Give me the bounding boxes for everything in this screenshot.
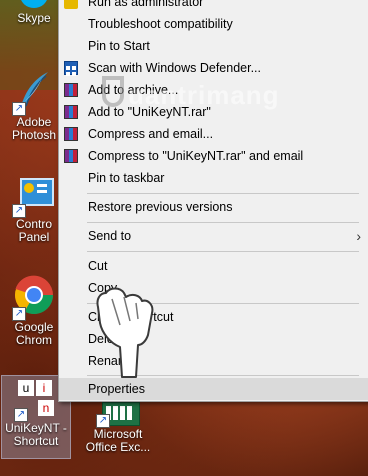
menu-item-compress-email[interactable]: Compress and email... <box>59 123 368 145</box>
photoshop-feather-icon: ↗ <box>12 70 56 116</box>
menu-item-troubleshoot[interactable]: Troubleshoot compatibility <box>59 13 368 35</box>
menu-item-label: Troubleshoot compatibility <box>88 17 233 31</box>
shield-icon <box>64 0 78 9</box>
watermark-text: uantrimang <box>128 80 280 110</box>
menu-item-label: Cut <box>88 259 108 273</box>
winrar-icon <box>64 105 78 119</box>
menu-separator <box>87 251 359 252</box>
menu-item-label: Restore previous versions <box>88 200 233 214</box>
menu-item-cut[interactable]: Cut <box>59 255 368 277</box>
unikey-icon: u i n ↗ <box>14 376 58 422</box>
menu-item-run-as-admin[interactable]: Run as administrator <box>59 0 368 13</box>
pointing-hand-icon <box>96 287 154 378</box>
chevron-right-icon: › <box>356 228 361 244</box>
menu-item-label: Send to <box>88 229 132 243</box>
desktop-icon-label: Office Exc... <box>85 440 151 454</box>
winrar-icon <box>64 127 78 141</box>
shortcut-arrow-icon: ↗ <box>12 102 26 116</box>
shortcut-arrow-icon: ↗ <box>96 414 110 428</box>
shortcut-arrow-icon: ↗ <box>12 307 26 321</box>
menu-item-label: Compress to "UniKeyNT.rar" and email <box>88 149 304 163</box>
menu-separator <box>87 193 359 194</box>
desktop-icon-excel[interactable]: ↗ Microsoft Office Exc... <box>78 396 158 454</box>
winrar-icon <box>64 83 78 97</box>
winrar-icon <box>64 149 78 163</box>
shortcut-arrow-icon: ↗ <box>12 204 26 218</box>
menu-item-label: Run as administrator <box>88 0 204 9</box>
menu-item-label: Properties <box>88 382 145 396</box>
desktop-icon-label: Shortcut <box>13 434 59 448</box>
menu-separator <box>87 222 359 223</box>
shortcut-arrow-icon: ↗ <box>14 408 28 422</box>
menu-item-pin-to-start[interactable]: Pin to Start <box>59 35 368 57</box>
menu-item-pin-to-taskbar[interactable]: Pin to taskbar <box>59 167 368 189</box>
skype-icon <box>12 0 56 10</box>
menu-item-label: Compress and email... <box>88 127 214 141</box>
menu-item-compress-rar-email[interactable]: Compress to "UniKeyNT.rar" and email <box>59 145 368 167</box>
menu-item-properties[interactable]: Properties <box>59 378 368 400</box>
control-panel-icon: ↗ <box>12 172 56 218</box>
windows-defender-icon <box>64 61 78 76</box>
menu-item-restore-versions[interactable]: Restore previous versions <box>59 196 368 218</box>
watermark-logo-icon <box>102 76 124 107</box>
menu-item-send-to[interactable]: Send to › <box>59 225 368 247</box>
menu-item-label: Pin to taskbar <box>88 171 165 185</box>
chrome-icon: ↗ <box>12 275 56 321</box>
menu-item-label: Pin to Start <box>88 39 150 53</box>
